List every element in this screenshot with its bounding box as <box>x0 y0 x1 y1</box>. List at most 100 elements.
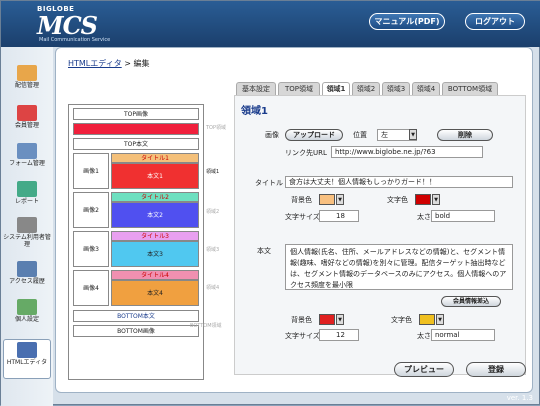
title-input[interactable]: 食方は大丈夫！個人情報もしっかりガード！！ <box>285 176 513 188</box>
sidebar-item-label: 個人設定 <box>14 316 39 323</box>
area-editor: 領域1 画像 アップロード 位置 左 ▼ 削除 リンク先URL http://w… <box>234 95 526 375</box>
font-weight-select-2[interactable]: normal <box>431 329 495 341</box>
sidebar-item-forms[interactable]: フォーム管理 <box>3 141 51 179</box>
sidebar-item-members[interactable]: 会員管理 <box>3 103 51 141</box>
sidebar-item-label: フォーム管理 <box>9 160 45 167</box>
sidebar-item-label: システム利用者管理 <box>3 234 51 248</box>
logo-subtitle: Mail Communication Service <box>39 37 111 43</box>
form-icon <box>17 143 37 159</box>
sidebar-item-html-editor[interactable]: HTMLエディタ <box>3 339 51 379</box>
envelope-icon <box>17 65 37 81</box>
font-size-input[interactable]: 18 <box>319 210 359 222</box>
layout-title-4[interactable]: タイトル4 <box>111 270 199 280</box>
body-label: 本文 <box>257 247 271 255</box>
tab-area-4[interactable]: 領域4 <box>412 82 440 95</box>
sidebar-item-personal[interactable]: 個人設定 <box>3 297 51 335</box>
bg-color-swatch[interactable] <box>319 194 335 205</box>
font-size-input-2[interactable]: 12 <box>319 329 359 341</box>
tab-area-3[interactable]: 領域3 <box>382 82 410 95</box>
sidebar-item-label: HTMLエディタ <box>6 359 48 366</box>
layout-preview: TOP画像 TOP本文 画像1 タイトル1 本文1 画像2 タイトル2 本文2 … <box>68 104 204 380</box>
font-size-label: 文字サイズ <box>285 213 320 221</box>
layout-image-1[interactable]: 画像1 <box>73 153 109 189</box>
font-weight-label-2: 太さ <box>417 332 431 340</box>
layout-title-3[interactable]: タイトル3 <box>111 231 199 241</box>
tab-basic[interactable]: 基本設定 <box>236 82 276 95</box>
link-url-label: リンク先URL <box>285 149 327 157</box>
layout-image-3[interactable]: 画像3 <box>73 231 109 267</box>
chevron-down-icon[interactable]: ▼ <box>432 194 440 205</box>
breadcrumb-current: 編集 <box>133 59 150 68</box>
layout-body-1[interactable]: 本文1 <box>111 163 199 189</box>
personal-icon <box>17 299 37 315</box>
sidebar-item-label: アクセス履歴 <box>9 278 45 285</box>
member-insert-button[interactable]: 会員情報差込 <box>441 296 501 307</box>
system-user-icon <box>17 217 37 233</box>
html-editor-icon <box>17 342 37 358</box>
header: BIGLOBE MCS Mail Communication Service マ… <box>1 1 540 47</box>
report-icon <box>17 181 37 197</box>
layout-top-body[interactable]: TOP本文 <box>73 138 199 150</box>
sidebar-item-access-history[interactable]: アクセス履歴 <box>3 259 51 297</box>
bg-color-label-2: 背景色 <box>291 316 312 324</box>
layout-image-2[interactable]: 画像2 <box>73 192 109 228</box>
layout-title-2[interactable]: タイトル2 <box>111 192 199 202</box>
area-tag-3: 領域3 <box>206 247 220 253</box>
area-tag-4: 領域4 <box>206 285 220 291</box>
layout-body-4[interactable]: 本文4 <box>111 280 199 306</box>
chevron-down-icon[interactable]: ▼ <box>409 129 417 140</box>
delete-button[interactable]: 削除 <box>437 129 493 141</box>
sidebar-item-label: 会員管理 <box>14 122 39 129</box>
bg-color-label: 背景色 <box>291 196 312 204</box>
tab-area-2[interactable]: 領域2 <box>352 82 380 95</box>
breadcrumb: HTMLエディタ > 編集 <box>68 58 150 69</box>
tab-area-1[interactable]: 領域1 <box>322 82 350 96</box>
breadcrumb-separator: > <box>124 59 131 68</box>
layout-bottom-image[interactable]: BOTTOM画像 <box>73 325 199 337</box>
layout-title-1[interactable]: タイトル1 <box>111 153 199 163</box>
link-url-input[interactable]: http://www.biglobe.ne.jp/?63 <box>331 146 483 158</box>
text-color-label-2: 文字色 <box>391 316 412 324</box>
tab-bottom[interactable]: BOTTOM領域 <box>442 82 498 95</box>
title-label: タイトル <box>255 179 283 187</box>
font-weight-select[interactable]: bold <box>431 210 495 222</box>
access-icon <box>17 261 37 277</box>
body-textarea[interactable]: 個人情報(氏名、住所、メールアドレスなどの情報)と、セグメント情報(趣味、嗜好な… <box>285 244 513 290</box>
members-icon <box>17 105 37 121</box>
top-area-tag: TOP領域 <box>206 125 227 131</box>
layout-body-3[interactable]: 本文3 <box>111 241 199 267</box>
sidebar-item-label: 配信管理 <box>14 82 39 89</box>
breadcrumb-link[interactable]: HTMLエディタ <box>68 59 122 68</box>
tab-top[interactable]: TOP領域 <box>278 82 320 95</box>
image-label: 画像 <box>265 131 279 139</box>
sidebar-item-delivery[interactable]: 配信管理 <box>3 63 51 101</box>
bottom-area-tag: BOTTOM領域 <box>190 323 222 329</box>
layout-top-image[interactable]: TOP画像 <box>73 108 199 120</box>
preview-button[interactable]: プレビュー <box>394 362 454 377</box>
manual-button[interactable]: マニュアル(PDF) <box>369 13 445 30</box>
chevron-down-icon[interactable]: ▼ <box>336 314 344 325</box>
text-color-swatch[interactable] <box>415 194 431 205</box>
text-color-swatch-2[interactable] <box>419 314 435 325</box>
layout-image-4[interactable]: 画像4 <box>73 270 109 306</box>
layout-body-2[interactable]: 本文2 <box>111 202 199 228</box>
logout-button[interactable]: ログアウト <box>465 13 525 30</box>
sidebar-item-label: レポート <box>14 198 39 205</box>
upload-button[interactable]: アップロード <box>285 129 343 141</box>
version-label: ver. 1.3 <box>506 394 533 402</box>
layout-top-bar[interactable] <box>73 123 199 135</box>
text-color-label: 文字色 <box>387 196 408 204</box>
main-panel: HTMLエディタ > 編集 TOP画像 TOP本文 画像1 タイトル1 本文1 … <box>55 47 533 393</box>
app-window: BIGLOBE MCS Mail Communication Service マ… <box>0 0 540 406</box>
register-button[interactable]: 登録 <box>466 362 526 377</box>
bg-color-swatch-2[interactable] <box>319 314 335 325</box>
mcs-logo: MCS <box>37 11 98 40</box>
sidebar-item-system-users[interactable]: システム利用者管理 <box>3 215 51 259</box>
chevron-down-icon[interactable]: ▼ <box>336 194 344 205</box>
sidebar: 配信管理 会員管理 フォーム管理 レポート システム利用者管理 アクセス履歴 個… <box>1 47 53 406</box>
area-tag-1: 領域1 <box>206 169 220 175</box>
chevron-down-icon[interactable]: ▼ <box>436 314 444 325</box>
sidebar-item-reports[interactable]: レポート <box>3 179 51 217</box>
layout-bottom-body[interactable]: BOTTOM本文 <box>73 310 199 322</box>
font-weight-label: 太さ <box>417 213 431 221</box>
